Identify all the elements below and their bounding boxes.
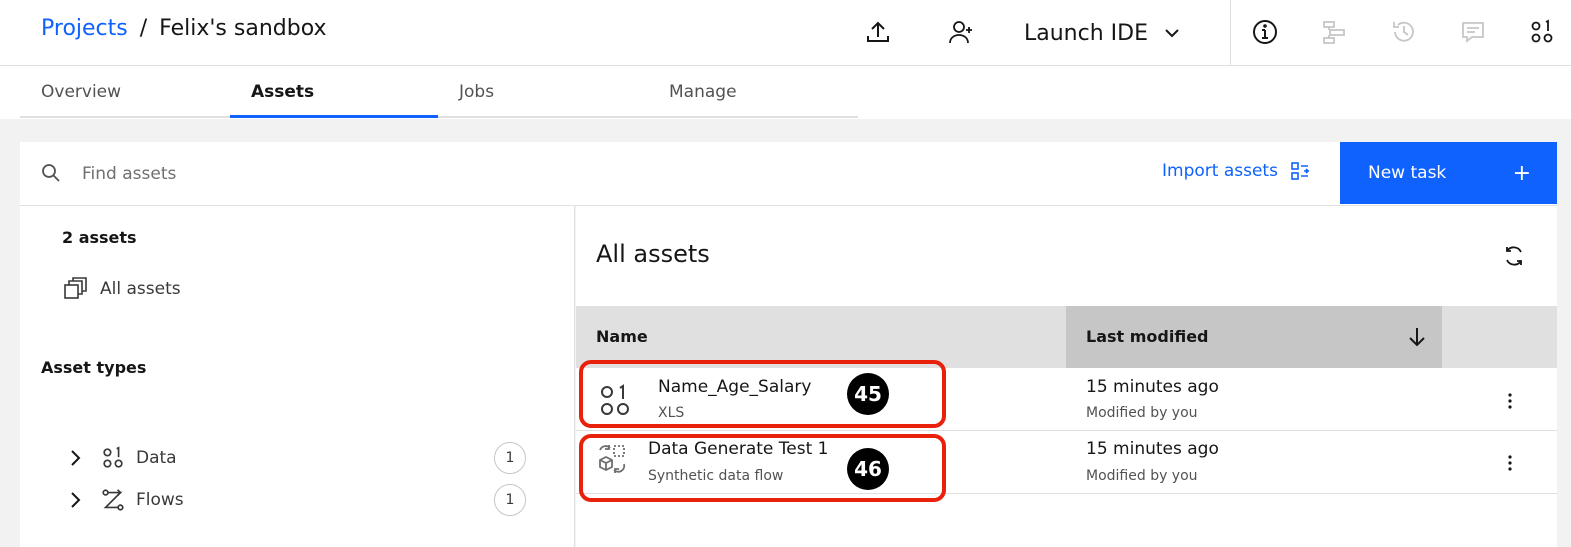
- new-task-button[interactable]: New task +: [1340, 142, 1557, 204]
- annotation-badge: 45: [847, 373, 889, 415]
- chevron-down-icon: [1165, 29, 1179, 38]
- import-assets-button[interactable]: Import assets: [1162, 161, 1310, 181]
- search-input[interactable]: [82, 160, 582, 188]
- chevron-right-icon[interactable]: [64, 447, 86, 469]
- all-assets-icon: [64, 277, 87, 299]
- tab-assets[interactable]: Assets: [230, 66, 438, 118]
- upload-icon[interactable]: [863, 17, 893, 47]
- annotation-highlight: [579, 434, 946, 502]
- annotation-highlight: [579, 360, 946, 428]
- tab-manage[interactable]: Manage: [648, 66, 858, 118]
- data-icon[interactable]: [1527, 17, 1557, 47]
- modified-by: Modified by you: [1086, 405, 1198, 421]
- launch-ide-label: Launch IDE: [1024, 20, 1148, 46]
- import-assets-label: Import assets: [1162, 161, 1278, 181]
- breadcrumb: Projects / Felix's sandbox: [41, 16, 327, 41]
- all-assets-label: All assets: [100, 279, 181, 299]
- info-icon[interactable]: [1250, 17, 1280, 47]
- lineage-icon[interactable]: [1319, 17, 1349, 47]
- flows-icon: [102, 489, 124, 511]
- project-name: Felix's sandbox: [159, 16, 327, 41]
- all-assets-filter[interactable]: All assets: [62, 276, 181, 302]
- history-icon[interactable]: [1389, 17, 1419, 47]
- asset-type-data[interactable]: Data 1: [64, 441, 534, 475]
- new-task-label: New task: [1368, 163, 1447, 183]
- tab-jobs[interactable]: Jobs: [438, 66, 648, 118]
- assets-count: 2 assets: [62, 228, 137, 247]
- asset-type-label: Flows: [136, 490, 184, 510]
- modified-by: Modified by you: [1086, 468, 1198, 484]
- chevron-right-icon[interactable]: [64, 489, 86, 511]
- tab-bar: Overview Assets Jobs Manage: [20, 66, 858, 118]
- asset-type-count: 1: [494, 484, 526, 516]
- plus-icon: +: [1512, 160, 1531, 186]
- asset-type-flows[interactable]: Flows 1: [64, 483, 534, 517]
- add-collaborator-icon[interactable]: [946, 17, 976, 47]
- data-icon: [103, 446, 123, 468]
- sort-descending-icon[interactable]: [1405, 325, 1429, 349]
- search-icon: [42, 164, 60, 182]
- header-divider: [1230, 0, 1231, 66]
- launch-ide-dropdown[interactable]: Launch IDE: [1024, 18, 1182, 48]
- comments-icon[interactable]: [1458, 17, 1488, 47]
- asset-types-heading: Asset types: [41, 358, 147, 377]
- last-modified-time: 15 minutes ago: [1086, 377, 1219, 397]
- import-icon: [1291, 162, 1310, 180]
- last-modified-time: 15 minutes ago: [1086, 439, 1219, 459]
- column-header-name[interactable]: Name: [596, 327, 648, 346]
- asset-type-count: 1: [494, 442, 526, 474]
- breadcrumb-separator: /: [139, 16, 148, 41]
- overflow-menu-icon[interactable]: [1500, 391, 1520, 411]
- breadcrumb-projects-link[interactable]: Projects: [41, 16, 128, 41]
- overflow-menu-icon[interactable]: [1500, 453, 1520, 473]
- asset-type-label: Data: [136, 448, 177, 468]
- tab-overview[interactable]: Overview: [20, 66, 230, 118]
- annotation-badge: 46: [847, 448, 889, 490]
- panel-title: All assets: [596, 240, 710, 268]
- column-header-last-modified[interactable]: Last modified: [1086, 327, 1209, 346]
- refresh-icon[interactable]: [1501, 243, 1527, 269]
